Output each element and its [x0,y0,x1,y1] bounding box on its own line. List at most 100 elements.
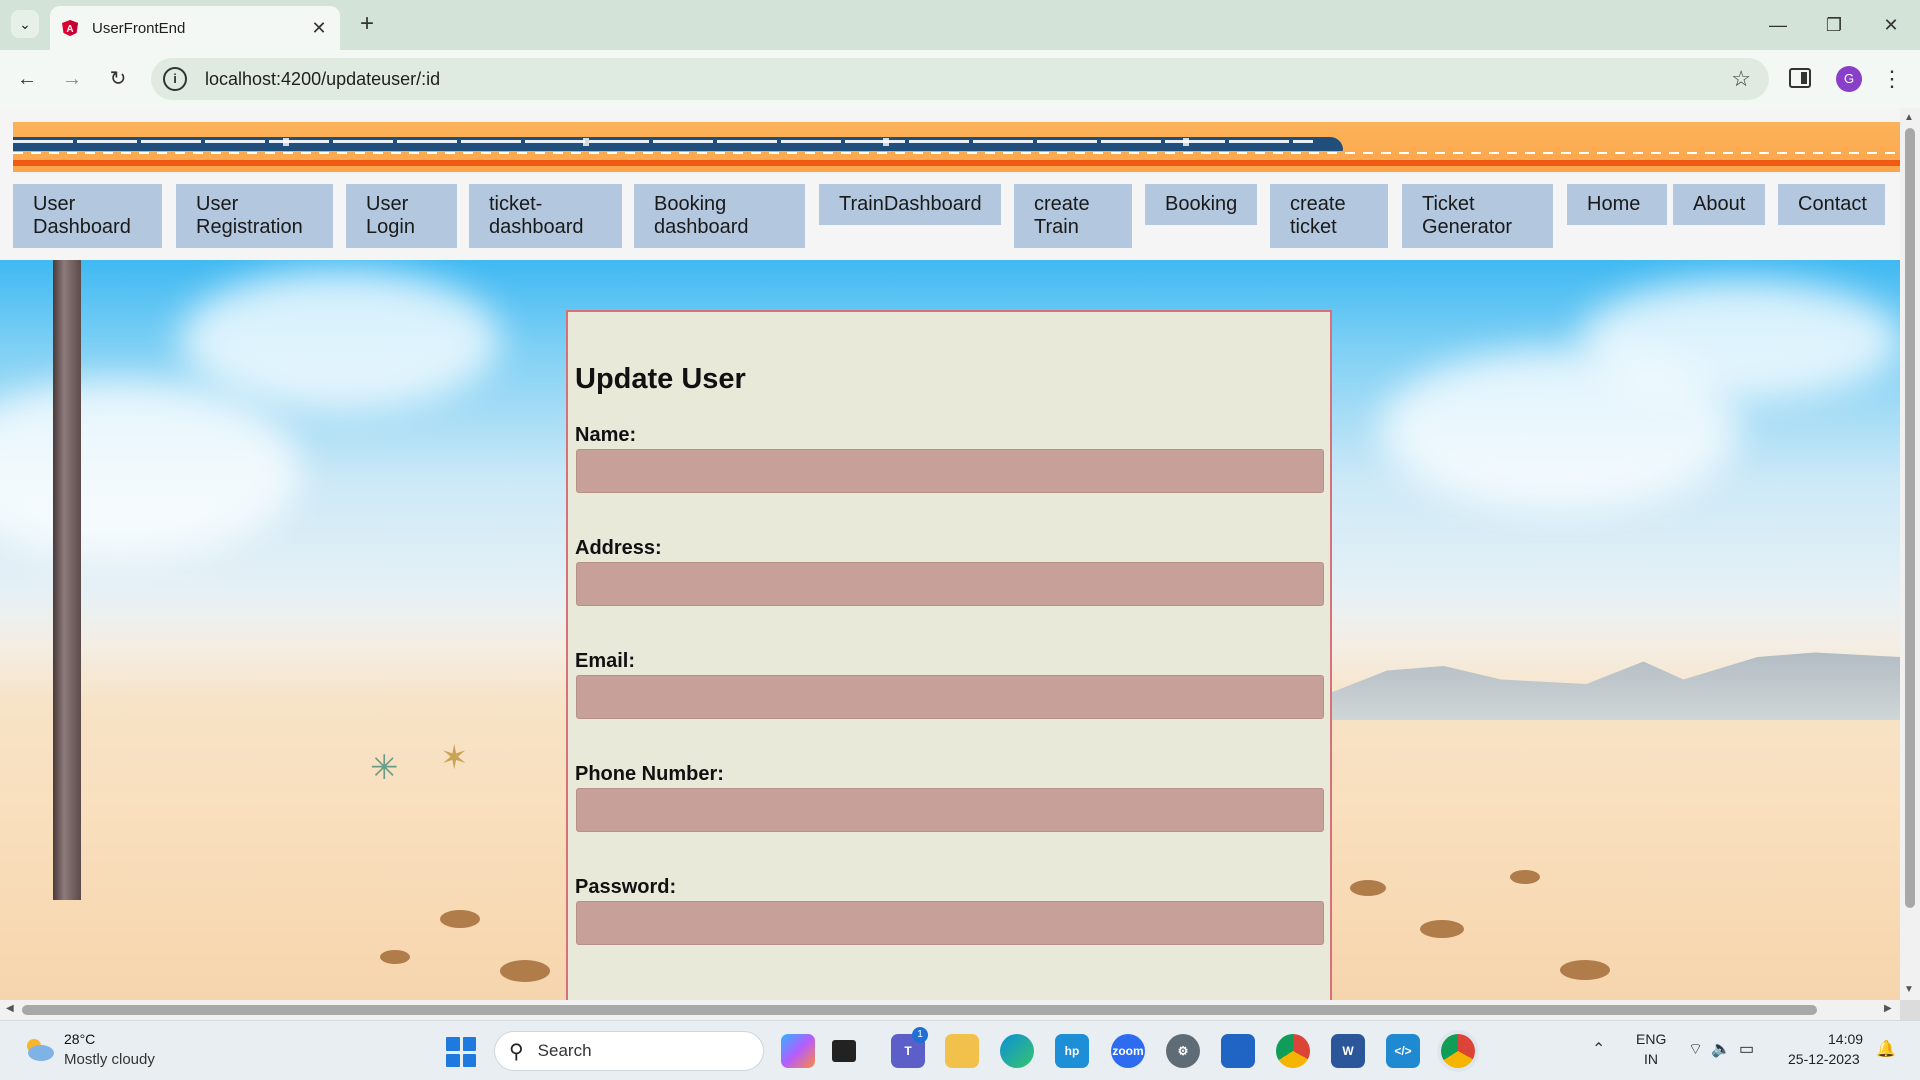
microsoft-store-icon[interactable] [1221,1034,1255,1068]
rock [1420,920,1464,938]
banner-track-stripe [13,152,1900,154]
site-info-icon[interactable]: i [163,67,187,91]
cloud [0,380,300,560]
nav-contact[interactable]: Contact [1778,184,1885,225]
tab-search-chevron-icon[interactable]: ⌄ [11,10,39,38]
search-icon: ⚲ [509,1040,524,1063]
side-panel-icon[interactable] [1789,68,1811,88]
back-button[interactable]: ← [12,64,42,94]
reload-button[interactable]: ↻ [103,64,133,94]
vertical-scroll-thumb[interactable] [1905,128,1915,908]
weather-description[interactable]: Mostly cloudy [64,1051,155,1068]
nav-user-registration[interactable]: User Registration [176,184,333,248]
tray-chevron-icon[interactable]: ⌃ [1592,1039,1605,1059]
address-label: Address: [575,537,662,559]
notification-bell-icon[interactable]: 🔔 [1876,1039,1896,1059]
tab-close-icon[interactable]: ✕ [308,18,330,39]
rock [1560,960,1610,980]
wifi-volume-battery-icons[interactable]: ⌔🔈▭ [1688,1039,1762,1059]
url-text[interactable]: localhost:4200/updateuser/:id [205,69,1731,90]
nav-ticket-generator[interactable]: Ticket Generator [1402,184,1553,248]
rock [1350,880,1386,896]
browser-tab[interactable]: A UserFrontEnd ✕ [50,6,340,50]
nav-user-login[interactable]: User Login [346,184,457,248]
clock-date[interactable]: 25-12-2023 [1788,1051,1860,1067]
restore-button[interactable]: ❐ [1819,10,1849,40]
nav-booking[interactable]: Booking [1145,184,1257,225]
edge-icon[interactable] [1000,1034,1034,1068]
vertical-scrollbar[interactable]: ▲ ▼ [1900,108,1920,1000]
nav-ticket-dashboard[interactable]: ticket-dashboard [469,184,622,248]
cloudy-weather-icon[interactable] [22,1035,56,1063]
browser-menu-icon[interactable]: ⋮ [1880,64,1904,94]
scroll-left-icon[interactable]: ◀ [6,1003,14,1014]
rock [440,910,480,928]
taskbar-search[interactable]: ⚲ Search [494,1031,764,1071]
shrub-icon: ✳ [370,749,399,787]
name-label: Name: [575,424,637,446]
svg-text:A: A [66,24,73,35]
file-explorer-icon[interactable] [945,1034,979,1068]
zoom-icon[interactable]: zoom [1111,1034,1145,1068]
name-input[interactable] [576,449,1324,493]
form-title: Update User [575,363,746,395]
angular-favicon-icon: A [60,18,80,38]
signal-pole [53,260,81,900]
password-label: Password: [575,876,677,898]
email-input[interactable] [576,675,1324,719]
scroll-corner [1900,1000,1920,1020]
phone-number-label: Phone Number: [575,763,724,785]
scroll-down-icon[interactable]: ▼ [1904,984,1914,995]
horizontal-scroll-thumb[interactable] [22,1005,1817,1015]
windows-start-icon[interactable] [446,1037,476,1067]
tab-strip: ⌄ A UserFrontEnd ✕ + — ❐ ✕ [0,0,1920,50]
rock [380,950,410,964]
nav-user-dashboard[interactable]: User Dashboard [13,184,162,248]
nav-booking-dashboard[interactable]: Booking dashboard [634,184,805,248]
train-banner [13,122,1900,172]
horizontal-scrollbar[interactable]: ◀ ▶ [0,1000,1900,1020]
browser-toolbar: ← → ↻ i localhost:4200/updateuser/:id ☆ … [0,50,1920,108]
region-indicator[interactable]: IN [1644,1051,1658,1067]
address-bar[interactable]: i localhost:4200/updateuser/:id ☆ [151,58,1769,100]
search-label: Search [537,1041,592,1060]
minimize-button[interactable]: — [1763,10,1793,40]
password-input[interactable] [576,901,1324,945]
nav-create-ticket[interactable]: create ticket [1270,184,1388,248]
update-user-form: Update User Name: Address: Email: Phone … [566,310,1332,1000]
word-icon[interactable]: W [1331,1034,1365,1068]
nav-home[interactable]: Home [1567,184,1667,225]
cloud [180,270,500,410]
profile-avatar[interactable]: G [1836,66,1862,92]
address-input[interactable] [576,562,1324,606]
phone-number-input[interactable] [576,788,1324,832]
language-indicator[interactable]: ENG [1636,1031,1666,1047]
banner-rail [13,160,1900,166]
distant-mountains [1330,652,1900,720]
shrub-icon: ✶ [440,739,469,777]
cloud [1580,280,1900,400]
clock-time[interactable]: 14:09 [1828,1031,1863,1047]
settings-gear-icon[interactable]: ⚙ [1166,1034,1200,1068]
task-view-icon[interactable] [832,1040,856,1062]
new-tab-button[interactable]: + [352,10,382,40]
chrome-icon[interactable] [1276,1034,1310,1068]
scroll-up-icon[interactable]: ▲ [1904,112,1914,123]
rock [1510,870,1540,884]
chrome-profile-icon[interactable] [1441,1034,1475,1068]
rock [500,960,550,982]
weather-temperature[interactable]: 28°C [64,1031,95,1047]
bookmark-star-icon[interactable]: ☆ [1731,66,1751,92]
forward-button[interactable]: → [57,64,87,94]
main-nav: User Dashboard User Registration User Lo… [13,176,1900,256]
nav-about[interactable]: About [1673,184,1765,225]
myhp-icon[interactable]: hp [1055,1034,1089,1068]
vscode-icon[interactable]: </> [1386,1034,1420,1068]
tab-title: UserFrontEnd [92,19,186,37]
nav-create-train[interactable]: create Train [1014,184,1132,248]
teams-badge: 1 [912,1027,928,1043]
copilot-icon[interactable] [781,1034,815,1068]
nav-train-dashboard[interactable]: TrainDashboard [819,184,1001,225]
close-window-button[interactable]: ✕ [1876,10,1906,40]
scroll-right-icon[interactable]: ▶ [1884,1003,1892,1014]
